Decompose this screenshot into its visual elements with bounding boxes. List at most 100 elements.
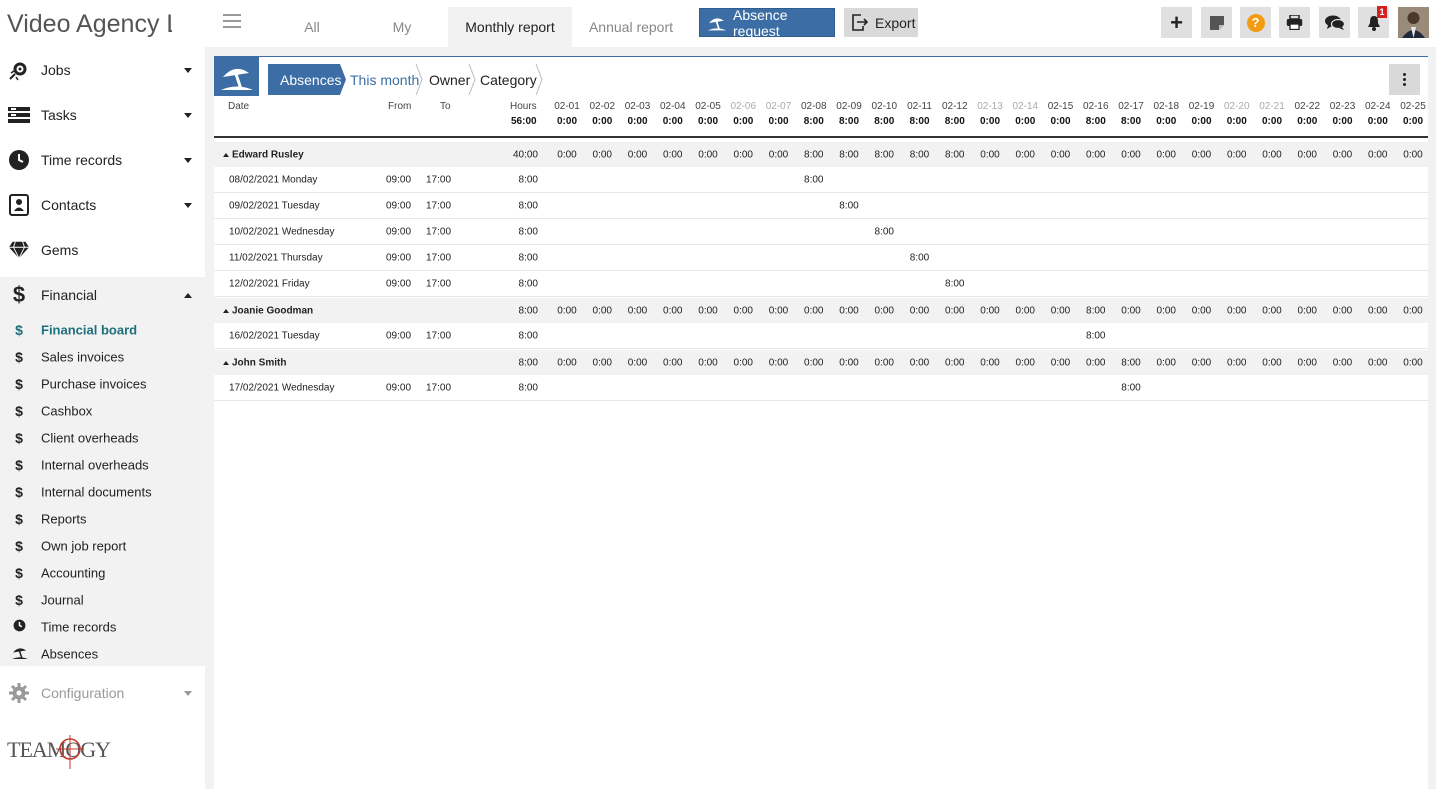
hamburger-menu-icon[interactable] [223,14,241,28]
avatar[interactable] [1398,7,1429,38]
column-header-day[interactable]: 02-10 [867,101,901,112]
sidebar-item-financial[interactable]: $ Financial [0,272,205,317]
column-header-day[interactable]: 02-14 [1008,101,1042,112]
tab-my[interactable]: My [366,7,438,47]
group-day-value: 0:00 [1297,305,1317,316]
sidebar-subitem-sales-invoices[interactable]: $ Sales invoices [0,343,205,370]
collapse-toggle-icon[interactable] [223,360,229,365]
group-day-value: 0:00 [627,357,648,368]
day-total: 0:00 [697,116,718,127]
breadcrumb-category[interactable]: Category [472,64,544,95]
column-header-day[interactable]: 02-24 [1361,101,1395,112]
sidebar-item-gems[interactable]: Gems [0,227,205,272]
breadcrumb-absences[interactable]: Absences [268,64,346,95]
column-header-day[interactable]: 02-08 [797,101,831,112]
row-from: 09:00 [386,278,412,289]
group-row[interactable]: Joanie Goodman 8:00 0:00 0:00 0:00 0:00 0:00 0:… [214,298,1428,323]
column-header-day[interactable]: 02-05 [691,101,725,112]
group-row[interactable]: John Smith 8:00 0:00 0:00 0:00 0:00 0:00 0:00 0:… [214,350,1428,375]
tab-annual-report[interactable]: Annual report [577,7,685,47]
group-day-value: 0:00 [1368,305,1388,316]
export-button[interactable]: Export [844,8,918,37]
sidebar-subitem-purchase-invoices[interactable]: $ Purchase invoices [0,370,205,397]
sidebar-subitem-financial-board[interactable]: $ Financial board [0,316,205,343]
add-button[interactable]: + [1161,7,1192,38]
sidebar-subitem-journal[interactable]: $ Journal [0,586,205,613]
tab-monthly-report[interactable]: Monthly report [448,7,572,47]
table-row[interactable]: 10/02/2021 Wednesday 09:00 17:00 8:00 8:00 [214,219,1428,245]
print-button[interactable] [1279,7,1310,38]
column-header-day[interactable]: 02-06 [726,101,760,112]
sidebar-item-tasks[interactable]: Tasks [0,92,205,137]
column-header-date[interactable]: Date [228,101,249,112]
column-header-day[interactable]: 02-02 [585,101,619,112]
column-header-day[interactable]: 02-15 [1044,101,1078,112]
column-header-hours[interactable]: Hours [510,101,537,112]
group-day-value: 0:00 [1227,149,1247,160]
column-header-day[interactable]: 02-04 [656,101,690,112]
column-header-day[interactable]: 02-13 [973,101,1007,112]
clock-icon [12,619,26,635]
column-header-day[interactable]: 02-23 [1326,101,1360,112]
breadcrumb-owner[interactable]: Owner [421,64,477,95]
notes-button[interactable] [1201,7,1232,38]
table-row[interactable]: 08/02/2021 Monday 09:00 17:00 8:00 8:00 [214,167,1428,193]
sidebar-item-configuration[interactable]: Configuration [0,670,205,715]
column-header-to[interactable]: To [440,101,451,112]
column-header-day[interactable]: 02-12 [938,101,972,112]
column-header-day[interactable]: 02-01 [550,101,584,112]
chat-button[interactable] [1319,7,1350,38]
group-day-value: 0:00 [663,305,683,316]
sidebar-subitem-absences[interactable]: Absences [0,640,205,667]
dollar-icon: $ [15,402,23,419]
group-day-value: 0:00 [698,357,718,368]
sidebar-subitem-time-records[interactable]: Time records [0,613,205,640]
group-day-value: 0:00 [733,357,753,368]
absence-request-button[interactable]: Absence request [699,7,835,39]
column-header-day[interactable]: 02-21 [1255,101,1289,112]
collapse-toggle-icon[interactable] [223,152,229,157]
column-header-day[interactable]: 02-20 [1220,101,1254,112]
group-day-value: 0:00 [839,305,859,316]
table-row[interactable]: 16/02/2021 Tuesday 09:00 17:00 8:00 8:00 [214,323,1428,349]
sidebar-subitem-accounting[interactable]: $ Accounting [0,559,205,586]
column-header-day[interactable]: 02-16 [1079,101,1113,112]
column-header-day[interactable]: 02-22 [1290,101,1324,112]
group-day-value: 8:00 [874,149,894,160]
help-button[interactable]: ? [1240,7,1271,38]
notifications-button[interactable]: 1 [1358,6,1389,38]
table-row[interactable]: 12/02/2021 Friday 09:00 17:00 8:00 8:00 [214,271,1428,297]
more-options-icon[interactable] [1389,64,1420,95]
column-header-day[interactable]: 02-07 [762,101,796,112]
column-header-from[interactable]: From [388,101,411,112]
sidebar-subitem-client-overheads[interactable]: $ Client overheads [0,424,205,451]
column-header-day[interactable]: 02-19 [1185,101,1219,112]
column-header-day[interactable]: 02-18 [1149,101,1183,112]
printer-icon [1286,15,1303,30]
table-row[interactable]: 09/02/2021 Tuesday 09:00 17:00 8:00 8:00 [214,193,1428,219]
sidebar-item-jobs[interactable]: Jobs [0,47,205,92]
sidebar-subitem-internal-documents[interactable]: $ Internal documents [0,478,205,505]
tab-all[interactable]: All [276,7,348,47]
column-header-day[interactable]: 02-25 [1396,101,1430,112]
sidebar-item-time-records[interactable]: Time records [0,137,205,182]
sidebar-item-contacts[interactable]: Contacts [0,182,205,227]
sidebar-subitem-reports[interactable]: $ Reports [0,505,205,532]
column-header-day[interactable]: 02-11 [903,101,937,112]
row-from: 09:00 [386,330,412,341]
sidebar-subitem-cashbox[interactable]: $ Cashbox [0,397,205,424]
breadcrumb-this-month[interactable]: This month [344,64,423,95]
sidebar-subitem-label: Cashbox [41,403,93,418]
plus-icon: + [1170,9,1183,35]
column-header-day[interactable]: 02-03 [621,101,655,112]
sidebar-subitem-own-job-report[interactable]: $ Own job report [0,532,205,559]
group-row[interactable]: Edward Rusley 40:00 0:00 0:00 0:00 0:00 0:00 0:… [214,142,1428,167]
sidebar-subitem-internal-overheads[interactable]: $ Internal overheads [0,451,205,478]
table-row[interactable]: 11/02/2021 Thursday 09:00 17:00 8:00 8:00 [214,245,1428,271]
day-total: 0:00 [1226,116,1247,127]
collapse-toggle-icon[interactable] [223,308,229,313]
group-day-value: 0:00 [980,305,1000,316]
column-header-day[interactable]: 02-17 [1114,101,1148,112]
table-row[interactable]: 17/02/2021 Wednesday 09:00 17:00 8:00 8:00 [214,375,1428,401]
column-header-day[interactable]: 02-09 [832,101,866,112]
